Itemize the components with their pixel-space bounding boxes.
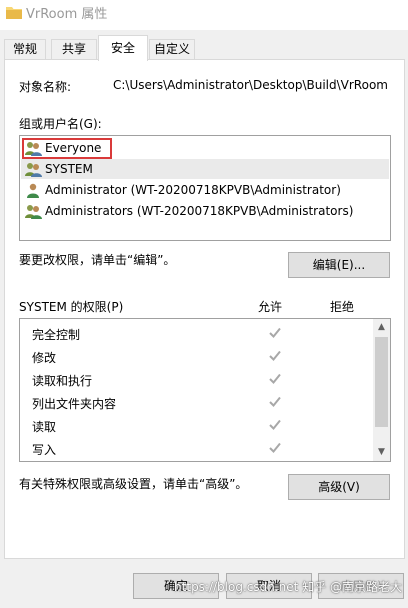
advanced-hint: 有关特殊权限或高级设置，请单击“高级”。 — [19, 477, 248, 491]
check-icon — [269, 373, 281, 384]
object-name-label: 对象名称: — [19, 80, 72, 94]
group-users-icon — [25, 204, 42, 219]
user-icon — [27, 183, 39, 198]
permission-name: 写入 — [32, 443, 57, 457]
permission-name: 读取和执行 — [32, 374, 93, 388]
tab-customize[interactable]: 自定义 — [149, 39, 195, 60]
list-item-label: SYSTEM — [45, 162, 93, 176]
permissions-title: SYSTEM 的权限(P) — [19, 300, 124, 314]
scroll-down-icon[interactable]: ▼ — [373, 444, 390, 461]
list-item-system[interactable]: SYSTEM — [21, 159, 389, 179]
permissions-scrollbar[interactable]: ▲ ▼ — [373, 319, 390, 461]
table-row: 修改 — [20, 346, 374, 368]
list-item-administrator[interactable]: Administrator (WT-20200718KPVB\Administr… — [21, 180, 389, 200]
check-icon — [269, 327, 281, 338]
edit-button[interactable]: 编辑(E)... — [288, 252, 390, 278]
tab-strip: 常规 共享 安全 自定义 — [0, 30, 408, 61]
list-item-everyone[interactable]: Everyone — [21, 138, 389, 158]
scrollbar-thumb[interactable] — [375, 337, 388, 427]
permission-name: 读取 — [32, 420, 57, 434]
tab-sharing[interactable]: 共享 — [51, 39, 97, 60]
permission-name: 修改 — [32, 351, 57, 365]
check-icon — [269, 396, 281, 407]
deny-header: 拒绝 — [330, 300, 355, 314]
permissions-list[interactable]: 完全控制 修改 读取和执行 列出文件夹内容 读取 写入 ▲ ▼ — [19, 318, 391, 462]
check-icon — [269, 419, 281, 430]
allow-header: 允许 — [258, 300, 283, 314]
list-item-label: Administrator (WT-20200718KPVB\Administr… — [45, 183, 341, 197]
tab-security[interactable]: 安全 — [98, 35, 148, 61]
advanced-button[interactable]: 高级(V) — [288, 474, 390, 500]
title-bar[interactable]: VrRoom 属性 — [0, 0, 408, 30]
permission-name: 完全控制 — [32, 328, 81, 342]
table-row: 读取和执行 — [20, 369, 374, 391]
table-row: 列出文件夹内容 — [20, 392, 374, 414]
table-row: 读取 — [20, 415, 374, 437]
table-row: 写入 — [20, 438, 374, 460]
list-item-label: Everyone — [45, 141, 102, 155]
groups-label: 组或用户名(G): — [19, 117, 102, 131]
permission-name: 列出文件夹内容 — [32, 397, 117, 411]
folder-icon — [6, 7, 22, 19]
groups-list[interactable]: Everyone SYSTEM Administrator (WT-202007… — [19, 135, 391, 241]
watermark: https://blog.csdn.net 知乎 @南京路老大 — [174, 580, 402, 594]
edit-hint: 要更改权限，请单击“编辑”。 — [19, 253, 176, 267]
table-row: 完全控制 — [20, 323, 374, 345]
check-icon — [269, 350, 281, 361]
list-item-label: Administrators (WT-20200718KPVB\Administ… — [45, 204, 354, 218]
scroll-up-icon[interactable]: ▲ — [373, 319, 390, 336]
check-icon — [269, 442, 281, 453]
group-users-icon — [25, 141, 42, 156]
group-users-icon — [25, 162, 42, 177]
tab-general[interactable]: 常规 — [4, 39, 46, 60]
list-item-administrators[interactable]: Administrators (WT-20200718KPVB\Administ… — [21, 201, 389, 221]
object-name-value: C:\Users\Administrator\Desktop\Build\VrR… — [113, 78, 388, 92]
window-title: VrRoom 属性 — [26, 7, 108, 22]
